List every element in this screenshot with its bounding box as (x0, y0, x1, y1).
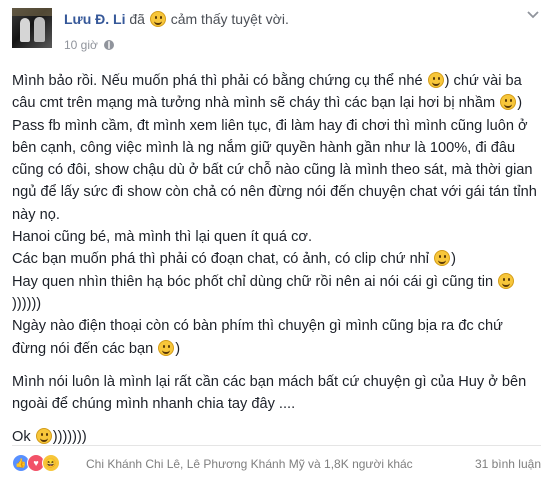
smile-emoji-icon (35, 428, 52, 445)
avatar-figure-right (34, 17, 45, 42)
chevron-down-icon[interactable] (527, 8, 541, 19)
post-text: )))))) (12, 295, 42, 312)
post-header: Lưu Đ. Li đã cảm thấy tuyệt vời. (64, 11, 289, 27)
post-paragraph: Pass fb mình cầm, đt mình xem liên tục, … (12, 117, 537, 223)
post-text: Mình bảo rồi. Nếu muốn phá thì phải có b… (12, 73, 423, 89)
feeling-text[interactable]: cảm thấy tuyệt vời. (171, 11, 289, 27)
post-text: Ok (12, 429, 31, 446)
post-paragraph: Hanoi cũng bé, mà mình thì lại quen ít q… (12, 229, 312, 246)
feeling-prefix: đã (129, 11, 145, 27)
post-paragraph: Mình bảo rồi. Nếu muốn phá thì phải có b… (12, 70, 540, 115)
post-paragraph: Hay quen nhìn thiên hạ bóc phốt chỉ dùng… (12, 271, 540, 316)
post-timestamp[interactable]: 10 giờ (64, 38, 98, 52)
post-text: Các bạn muốn phá thì phải có đoạn chat, … (12, 251, 430, 268)
facebook-post: Lưu Đ. Li đã cảm thấy tuyệt vời. 10 giờ … (0, 0, 553, 482)
post-footer: 👍 ♥ 😆 Chi Khánh Chi Lê, Lê Phương Khánh … (12, 454, 541, 474)
post-text: ) (451, 251, 456, 268)
author-avatar[interactable] (12, 8, 52, 48)
smile-emoji-icon (427, 72, 444, 88)
post-text: Ngày nào điện thoại còn có bàn phím thì … (12, 318, 503, 357)
avatar-figure-left (20, 18, 30, 42)
smile-emoji-icon (149, 11, 166, 27)
globe-icon[interactable] (103, 40, 114, 50)
post-paragraph: Ngày nào điện thoại còn có bàn phím thì … (12, 315, 540, 360)
post-paragraph: Các bạn muốn phá thì phải có đoạn chat, … (12, 248, 540, 270)
avatar-background (12, 8, 52, 16)
post-meta: 10 giờ (64, 38, 114, 52)
reaction-icons[interactable]: 👍 ♥ 😆 (12, 454, 60, 472)
post-text: ) (517, 95, 523, 112)
post-body: Mình bảo rồi. Nếu muốn phá thì phải có b… (12, 70, 540, 449)
smile-emoji-icon (434, 250, 451, 267)
smile-emoji-icon (498, 272, 515, 289)
smile-emoji-icon (158, 339, 175, 356)
post-text: Hay quen nhìn thiên hạ bóc phốt chỉ dùng… (12, 273, 494, 290)
post-text: ))))))) (52, 429, 87, 446)
footer-divider (12, 445, 541, 446)
post-paragraph: Mình nói luôn là mình lại rất cần các bạ… (12, 373, 527, 413)
post-text: ) (175, 340, 181, 357)
reacted-by-link[interactable]: Chi Khánh Chi Lê, Lê Phương Khánh Mỹ và … (86, 457, 413, 471)
haha-reaction-icon[interactable]: 😆 (42, 454, 60, 472)
comment-count-link[interactable]: 31 bình luận (475, 457, 541, 471)
author-name[interactable]: Lưu Đ. Li (64, 11, 125, 27)
smile-emoji-icon (500, 94, 517, 111)
